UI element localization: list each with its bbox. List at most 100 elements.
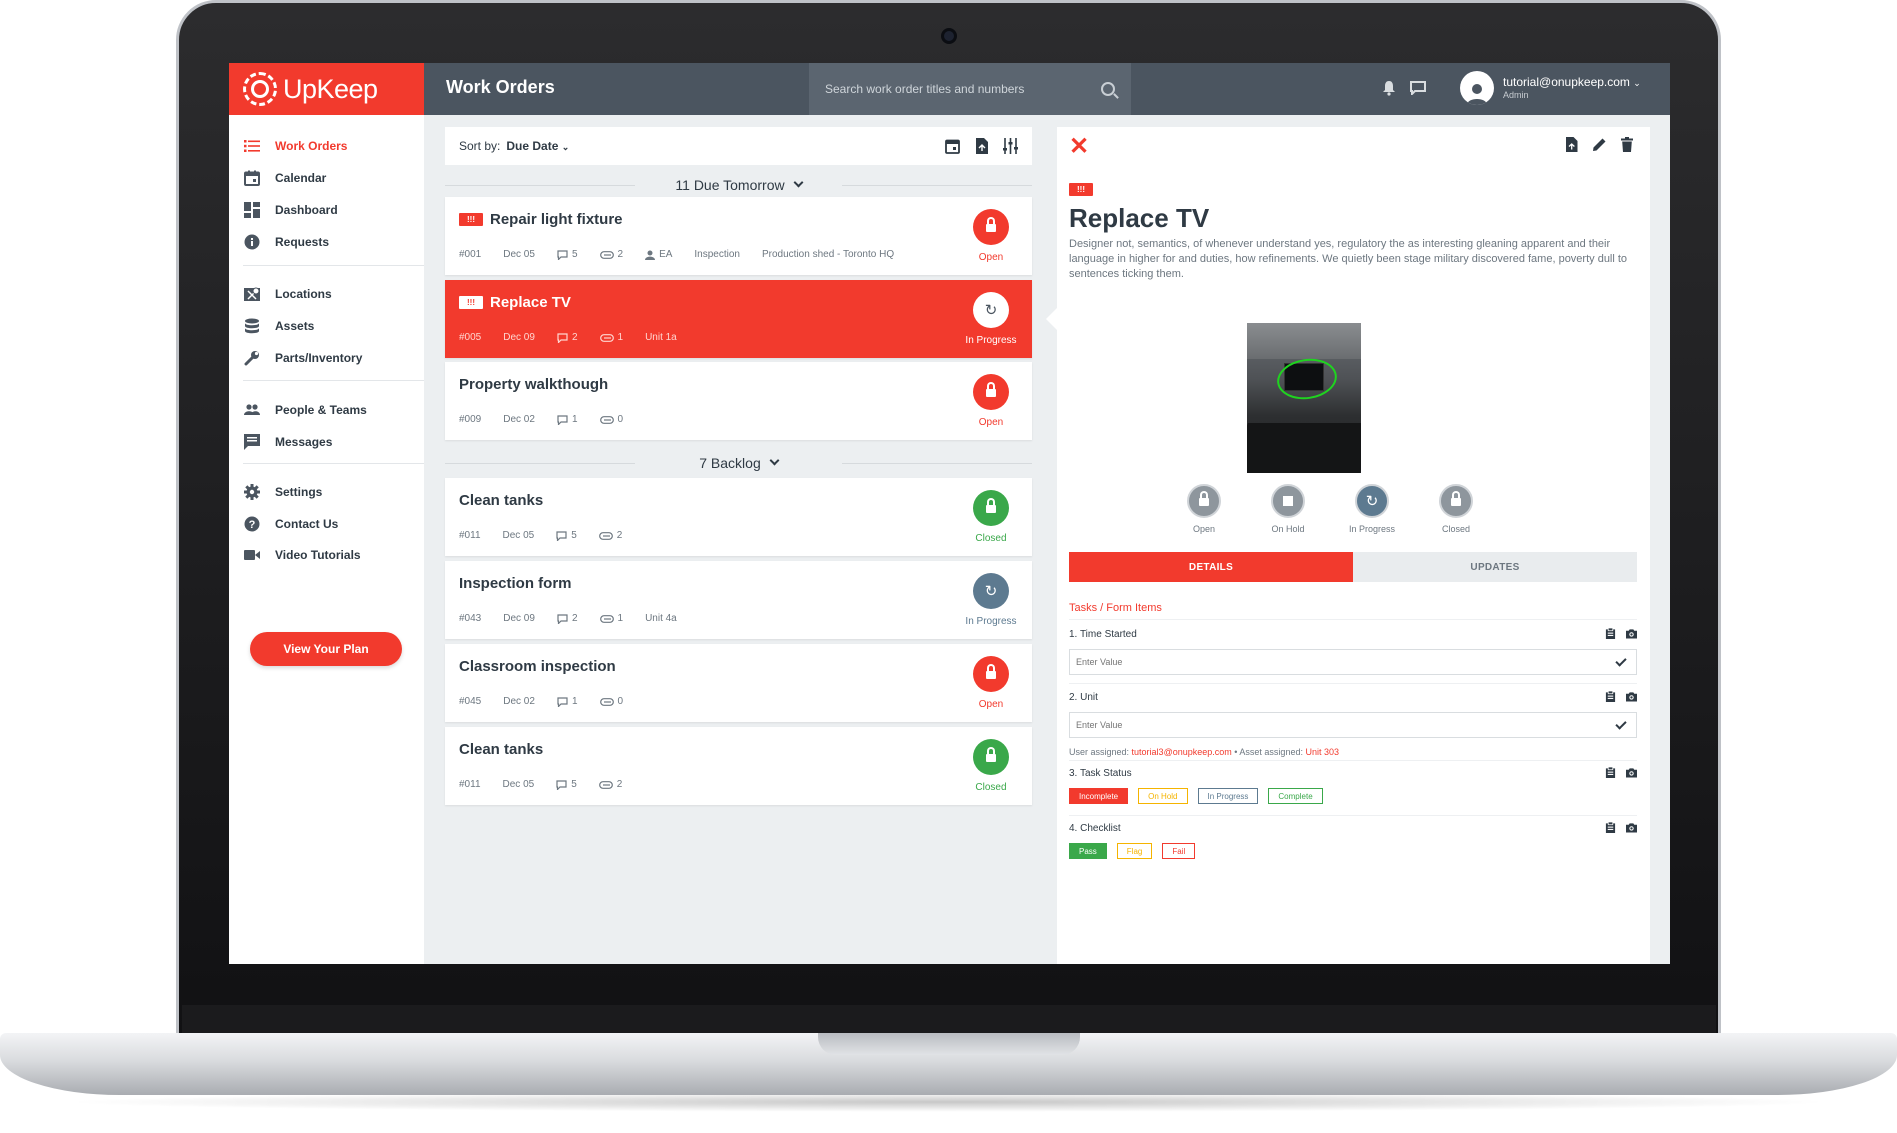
option-in-progress[interactable]: In Progress bbox=[1197, 788, 1259, 804]
chat-icon[interactable] bbox=[1410, 81, 1426, 95]
task-status-options: Incomplete On Hold In Progress Complete bbox=[1069, 788, 1323, 804]
option-pass[interactable]: Pass bbox=[1069, 843, 1107, 859]
user-email: tutorial@onupkeep.com bbox=[1503, 75, 1630, 89]
option-incomplete[interactable]: Incomplete bbox=[1069, 788, 1129, 804]
camera-icon[interactable] bbox=[1626, 767, 1637, 778]
work-order-number: #043 bbox=[459, 613, 482, 624]
status-label: Open bbox=[978, 252, 1004, 263]
option-fail[interactable]: Fail bbox=[1162, 843, 1196, 859]
search-input[interactable] bbox=[825, 82, 1101, 96]
task-value-input[interactable] bbox=[1076, 720, 1616, 730]
status-option-closed[interactable]: Closed bbox=[1424, 484, 1488, 534]
status-button-closed[interactable] bbox=[973, 739, 1009, 775]
export-document-icon[interactable] bbox=[974, 138, 989, 154]
avatar[interactable] bbox=[1460, 71, 1494, 105]
clipboard-icon[interactable] bbox=[1605, 628, 1616, 639]
work-order-card[interactable]: Clean tanks #011 Dec 05 5 2 Closed bbox=[445, 727, 1032, 805]
option-on-hold[interactable]: On Hold bbox=[1138, 788, 1188, 804]
search-icon[interactable] bbox=[1101, 82, 1115, 96]
work-order-photo[interactable] bbox=[1247, 323, 1361, 473]
work-order-title: Classroom inspection bbox=[459, 658, 616, 675]
group-header-due-tomorrow[interactable]: 11 Due Tomorrow bbox=[445, 175, 1032, 195]
sidebar-item-work-orders[interactable]: Work Orders bbox=[229, 131, 424, 161]
view-plan-button[interactable]: View Your Plan bbox=[250, 632, 402, 666]
refresh-icon: ↻ bbox=[984, 582, 998, 600]
task-label: 4. Checklist bbox=[1069, 823, 1121, 834]
edit-pencil-icon[interactable] bbox=[1592, 137, 1607, 152]
status-option-on-hold[interactable]: On Hold bbox=[1256, 484, 1320, 534]
tab-details[interactable]: DETAILS bbox=[1069, 552, 1353, 582]
status-button-closed[interactable] bbox=[973, 490, 1009, 526]
status-option-in-progress[interactable]: ↻ In Progress bbox=[1340, 484, 1404, 534]
sidebar-item-dashboard[interactable]: Dashboard bbox=[229, 195, 424, 225]
close-icon[interactable]: ✕ bbox=[1069, 135, 1089, 159]
sidebar-item-label: Work Orders bbox=[275, 139, 348, 153]
calendar-icon[interactable] bbox=[945, 138, 960, 154]
sidebar-item-label: People & Teams bbox=[275, 403, 367, 417]
check-icon[interactable] bbox=[1615, 654, 1627, 667]
tab-updates[interactable]: UPDATES bbox=[1353, 552, 1637, 582]
work-order-card[interactable]: Clean tanks #011 Dec 05 5 2 Closed bbox=[445, 478, 1032, 556]
user-icon bbox=[1467, 84, 1487, 105]
status-option-open[interactable]: Open bbox=[1172, 484, 1236, 534]
search-bar bbox=[809, 63, 1131, 115]
option-flag[interactable]: Flag bbox=[1116, 843, 1153, 859]
work-order-card[interactable]: !!! Repair light fixture #001 Dec 05 5 2 … bbox=[445, 197, 1032, 275]
status-button-in-progress[interactable]: ↻ bbox=[973, 292, 1009, 328]
asset-assigned-link[interactable]: Unit 303 bbox=[1305, 747, 1339, 757]
sidebar-item-video-tutorials[interactable]: Video Tutorials bbox=[229, 540, 424, 570]
sidebar-item-requests[interactable]: Requests bbox=[229, 227, 424, 257]
task-item: 2. Unit User assigned: tutorial3@onupkee… bbox=[1069, 691, 1637, 757]
task-value-input[interactable] bbox=[1076, 657, 1616, 667]
work-order-card[interactable]: Inspection form #043 Dec 09 2 1 Unit 4a … bbox=[445, 561, 1032, 639]
status-selector: Open On Hold ↻ In Progress Closed bbox=[1172, 484, 1552, 534]
work-order-card[interactable]: Property walkthough #009 Dec 02 1 0 Open bbox=[445, 362, 1032, 440]
camera-icon[interactable] bbox=[1626, 691, 1637, 702]
work-order-card[interactable]: Classroom inspection #045 Dec 02 1 0 Ope… bbox=[445, 644, 1032, 722]
clipboard-icon[interactable] bbox=[1605, 691, 1616, 702]
asset-assigned-label: Asset assigned: bbox=[1239, 747, 1303, 757]
export-document-icon[interactable] bbox=[1565, 137, 1578, 152]
group-label: 7 Backlog bbox=[699, 455, 761, 471]
trash-icon[interactable] bbox=[1621, 137, 1633, 152]
camera-icon[interactable] bbox=[1626, 822, 1637, 833]
app-logo[interactable]: UpKeep bbox=[229, 63, 424, 115]
clipboard-icon[interactable] bbox=[1605, 767, 1616, 778]
work-order-card-selected[interactable]: !!! Replace TV #005 Dec 09 2 1 Unit 1a ↻ … bbox=[445, 280, 1032, 358]
attachment-icon bbox=[599, 697, 614, 706]
status-button-in-progress[interactable]: ↻ bbox=[973, 573, 1009, 609]
sidebar-item-calendar[interactable]: Calendar bbox=[229, 163, 424, 193]
status-button-open[interactable] bbox=[973, 209, 1009, 245]
gear-logo-icon bbox=[243, 72, 277, 106]
sidebar-item-messages[interactable]: Messages bbox=[229, 427, 424, 457]
option-complete[interactable]: Complete bbox=[1268, 788, 1323, 804]
attachment-count: 0 bbox=[617, 696, 624, 707]
sidebar-item-label: Settings bbox=[275, 485, 323, 499]
sidebar-item-label: Calendar bbox=[275, 171, 327, 185]
work-order-detail-panel: ✕ !!! Replace TV Designer not, semantics… bbox=[1057, 127, 1650, 964]
clipboard-icon[interactable] bbox=[1605, 822, 1616, 833]
sidebar-item-settings[interactable]: Settings bbox=[229, 477, 424, 507]
sidebar-item-contact-us[interactable]: ? Contact Us bbox=[229, 509, 424, 539]
comment-icon bbox=[556, 530, 567, 541]
sidebar-item-parts-inventory[interactable]: Parts/Inventory bbox=[229, 343, 424, 373]
status-button-open[interactable] bbox=[973, 656, 1009, 692]
comment-count: 2 bbox=[571, 613, 578, 624]
calendar-icon bbox=[243, 169, 261, 187]
group-header-backlog[interactable]: 7 Backlog bbox=[445, 453, 1032, 473]
user-menu[interactable]: tutorial@onupkeep.com ⌄ bbox=[1503, 75, 1641, 89]
sort-dropdown[interactable]: Due Date ⌄ bbox=[506, 139, 569, 153]
check-icon[interactable] bbox=[1615, 717, 1627, 730]
task-value-field bbox=[1069, 712, 1637, 738]
camera-icon[interactable] bbox=[1626, 628, 1637, 639]
sidebar-divider bbox=[243, 380, 424, 381]
sidebar-item-assets[interactable]: Assets bbox=[229, 311, 424, 341]
task-divider bbox=[1069, 815, 1637, 816]
filter-sliders-icon[interactable] bbox=[1003, 138, 1018, 154]
status-button-open[interactable] bbox=[973, 374, 1009, 410]
sidebar-item-locations[interactable]: Locations bbox=[229, 279, 424, 309]
help-icon: ? bbox=[243, 515, 261, 533]
sidebar-item-people-teams[interactable]: People & Teams bbox=[229, 395, 424, 425]
bell-icon[interactable] bbox=[1382, 80, 1396, 96]
user-assigned-link[interactable]: tutorial3@onupkeep.com bbox=[1132, 747, 1232, 757]
